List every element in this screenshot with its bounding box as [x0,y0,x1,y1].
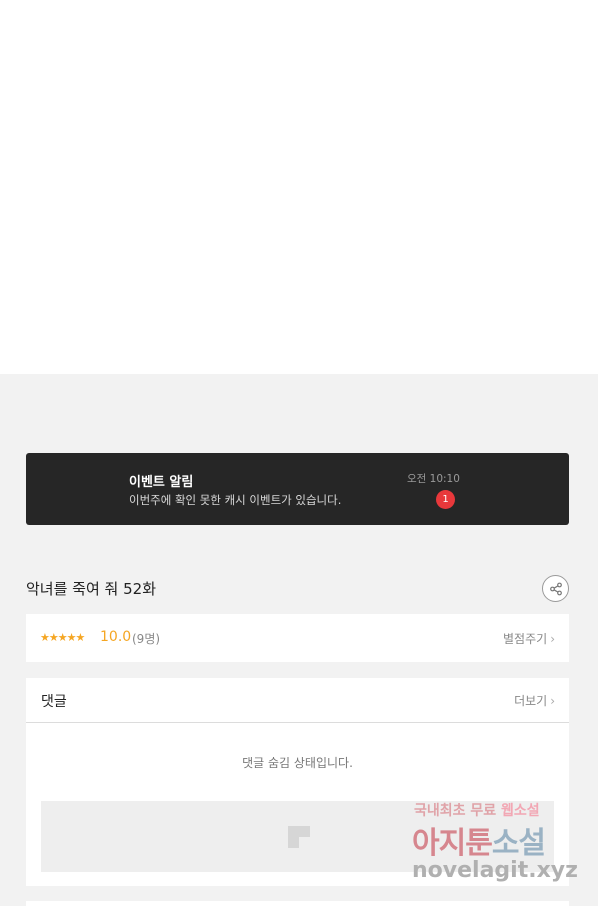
comments-header: 댓글 더보기 › [26,678,569,723]
watermark-brand-a: 아지툰 [412,826,493,861]
more-label: 더보기 [514,694,548,708]
image-placeholder-icon [288,826,310,848]
next-card [26,901,569,906]
episode-title: 악녀를 죽여 줘 52화 [26,580,156,598]
rate-label: 별점주기 [503,632,548,646]
chevron-right-icon: › [550,694,555,708]
rating-stars: ★★★★★ [40,631,85,644]
rating-card: ★★★★★ 10.0 (9명) 별점주기 › [26,614,569,662]
rating-count: (9명) [132,632,161,646]
notification-title: 이벤트 알림 [129,475,194,490]
chevron-right-icon: › [550,632,555,646]
share-button[interactable] [542,575,569,602]
watermark-line1: 국내최초 무료 웹소설 [414,800,540,820]
more-comments-button[interactable]: 더보기 › [514,692,555,709]
notification-badge: 1 [436,490,455,509]
watermark-text-b: 웹소설 [501,803,540,819]
watermark-brand-b: 소설 [491,826,546,861]
watermark: 국내최초 무료 웹소설 아지툰소설 novelagit.xyz [410,800,590,890]
share-icon [550,582,562,596]
watermark-url: novelagit.xyz [412,858,578,883]
comments-hidden-message: 댓글 숨김 상태입니다. [242,756,353,770]
rate-button[interactable]: 별점주기 › [503,630,555,647]
rating-score: 10.0 [100,629,132,645]
event-notification[interactable]: 이벤트 알림 이번주에 확인 못한 캐시 이벤트가 있습니다. 오전 10:10… [26,453,569,525]
watermark-line2: 아지툰소설 [412,818,546,862]
watermark-text-a: 국내최초 무료 [414,803,497,819]
notification-body: 이번주에 확인 못한 캐시 이벤트가 있습니다. [129,493,342,507]
content-area [0,0,598,374]
comments-title: 댓글 [41,694,67,710]
notification-time: 오전 10:10 [407,473,460,485]
